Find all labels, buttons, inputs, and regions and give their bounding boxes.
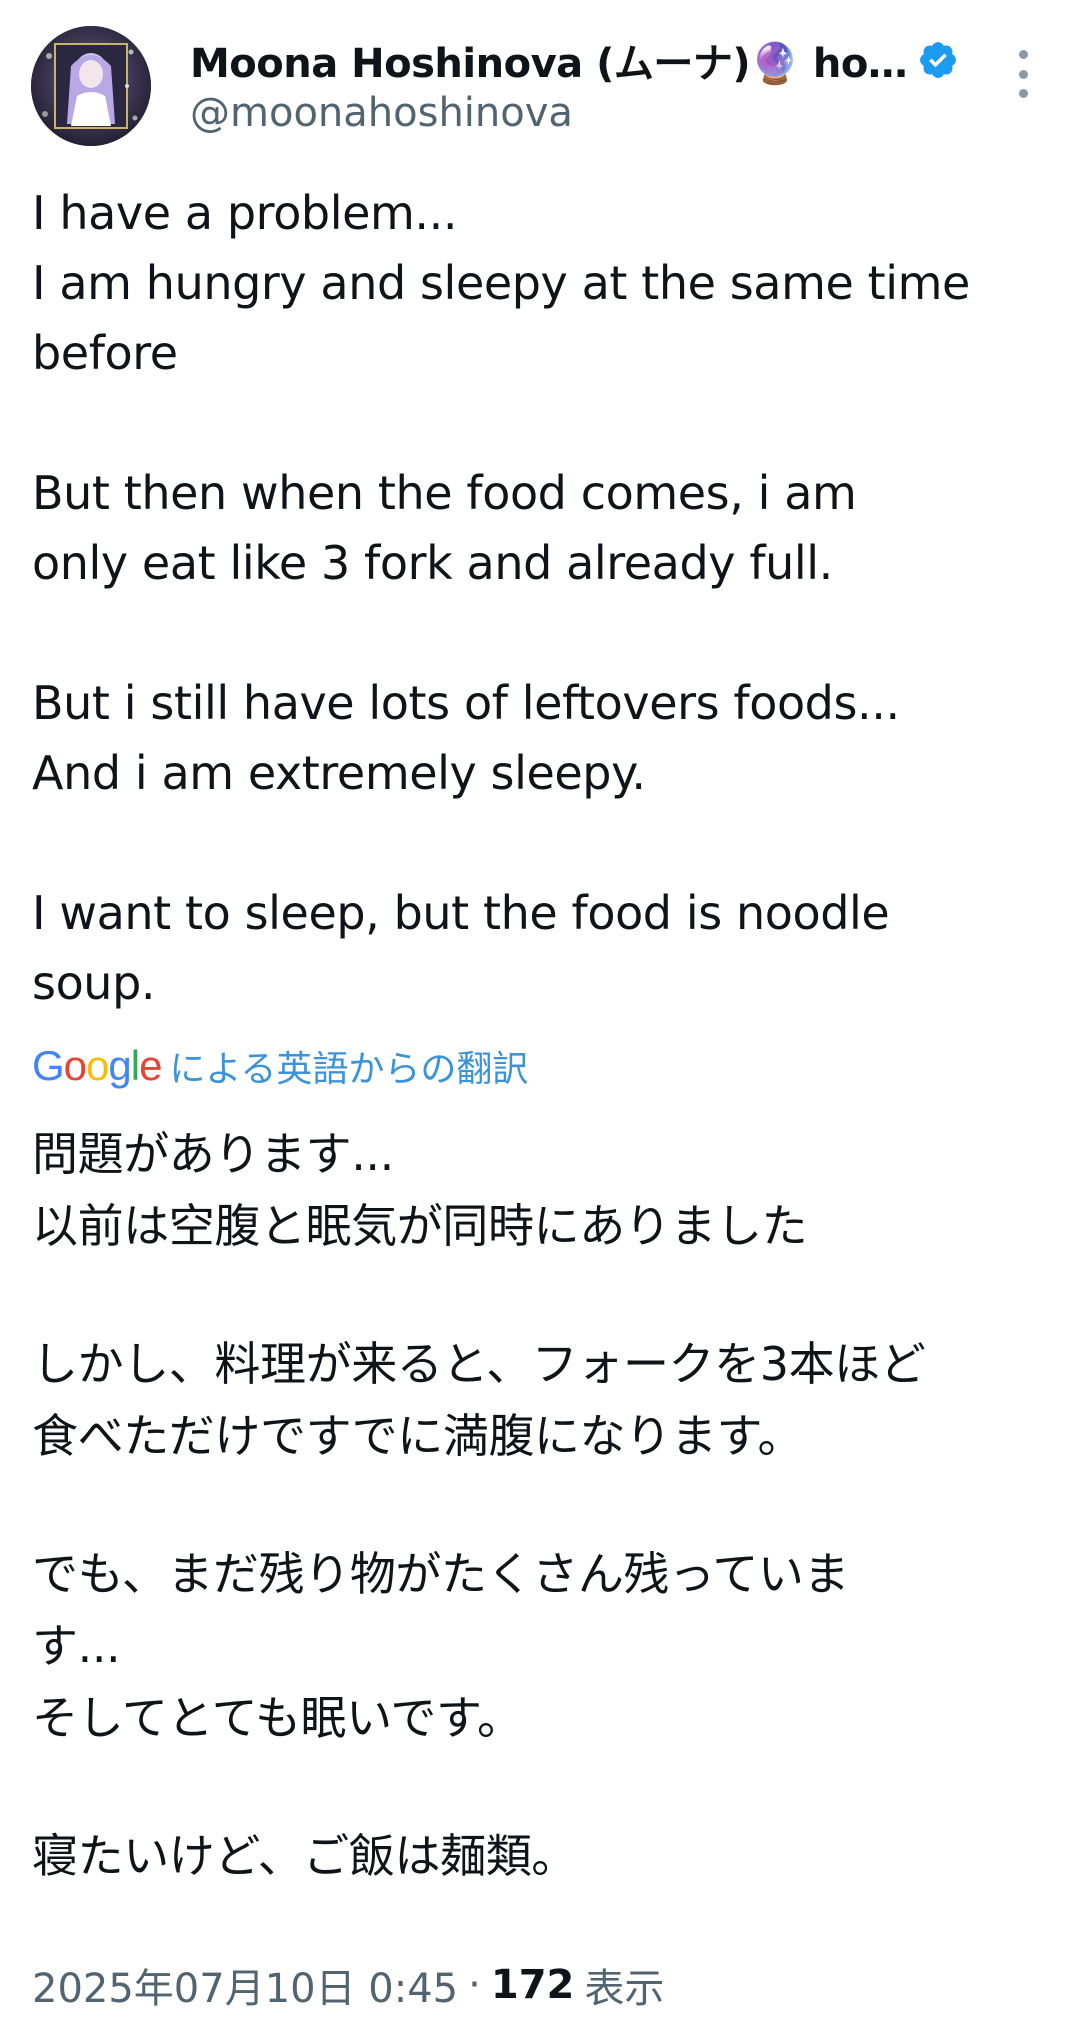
tweet-line: before [32, 326, 178, 380]
translated-line: そしてとても眠いです。 [32, 1691, 523, 1745]
google-logo-letter: G [32, 1042, 65, 1089]
tweet-paragraph: But i still have lots of leftovers foods… [32, 668, 1047, 808]
author-handle[interactable]: @moonahoshinova [190, 90, 573, 136]
views-count: 172 [490, 1962, 575, 2008]
translated-line: 以前は空腹と眠気が同時にありました [32, 1199, 808, 1253]
google-logo: Google [32, 1042, 162, 1090]
tweet-line: I have a problem... [32, 186, 458, 240]
google-logo-letter: o [86, 1042, 109, 1089]
meta-separator: · [468, 1962, 481, 2008]
author-name-row[interactable]: Moona Hoshinova (ムーナ)🔮 ho… [190, 30, 959, 90]
views-label: 表示 [584, 1966, 665, 2012]
tweet-line: I want to sleep, but the food is noodle [32, 886, 890, 940]
avatar-image [31, 26, 151, 146]
tweet-line: And i am extremely sleepy. [32, 746, 646, 800]
google-logo-letter: o [63, 1042, 87, 1089]
tweet-text: I have a problem... I am hungry and slee… [32, 178, 1047, 1018]
tweet-paragraph: I want to sleep, but the food is noodle … [32, 878, 1047, 1018]
more-vertical-icon[interactable] [1005, 50, 1041, 98]
tweet-timestamp[interactable]: 2025年07月10日 0:45 [32, 1956, 458, 2014]
translated-line: 寝たいけど、ご飯は麺類。 [32, 1829, 577, 1883]
tweet-paragraph: But then when the food comes, i am only … [32, 458, 1047, 598]
more-dot [1018, 89, 1028, 98]
translated-line: でも、まだ残り物がたくさん残っていま [32, 1547, 850, 1601]
google-logo-letter: l [130, 1042, 140, 1089]
translated-text: 問題があります... 以前は空腹と眠気が同時にありました しかし、料理が来ると、… [32, 1118, 1052, 1892]
tweet-meta: 2025年07月10日 0:45 · 172 表示 [32, 1955, 664, 2015]
translated-paragraph: 問題があります... 以前は空腹と眠気が同時にありました [32, 1118, 1052, 1262]
tweet-line: But i still have lots of leftovers foods… [32, 676, 900, 730]
avatar[interactable] [31, 26, 151, 146]
translated-paragraph: 寝たいけど、ご飯は麺類。 [32, 1820, 1052, 1892]
translated-line: しかし、料理が来ると、フォークを3本ほど [32, 1337, 926, 1391]
more-dot [1018, 69, 1028, 79]
translation-credit[interactable]: Google による英語からの翻訳 [32, 1040, 528, 1092]
translated-line: 食べただけですでに満腹になります。 [32, 1409, 804, 1463]
verified-badge-icon [920, 42, 957, 78]
more-dot [1018, 50, 1028, 59]
translated-paragraph: でも、まだ残り物がたくさん残っていま す... そしてとても眠いです。 [32, 1538, 1052, 1754]
translated-line: 問題があります... [32, 1127, 394, 1181]
tweet-line: only eat like 3 fork and already full. [32, 536, 833, 590]
tweet-line: But then when the food comes, i am [32, 466, 857, 520]
translated-line: す... [32, 1619, 121, 1673]
tweet-line: I am hungry and sleepy at the same time [32, 256, 970, 310]
translation-credit-label[interactable]: による英語からの翻訳 [169, 1040, 528, 1092]
author-display-name[interactable]: Moona Hoshinova (ムーナ)🔮 ho… [190, 31, 907, 89]
translated-paragraph: しかし、料理が来ると、フォークを3本ほど 食べただけですでに満腹になります。 [32, 1328, 1052, 1472]
tweet-header: Moona Hoshinova (ムーナ)🔮 ho… @moonahoshino… [0, 0, 1074, 160]
tweet-line: soup. [32, 956, 156, 1010]
google-logo-letter: g [108, 1042, 131, 1089]
google-logo-letter: e [139, 1042, 162, 1089]
tweet-paragraph: I have a problem... I am hungry and slee… [32, 178, 1047, 388]
